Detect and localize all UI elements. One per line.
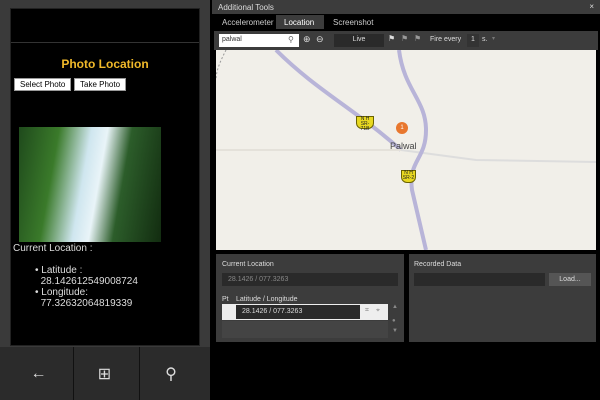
phone-nav-bar: ← ⊞ ⚲ bbox=[0, 347, 210, 400]
lat-long-header: Latitude / Longitude bbox=[236, 296, 298, 303]
tab-accelerometer[interactable]: Accelerometer bbox=[214, 15, 282, 29]
longitude-label: Longitude: bbox=[41, 287, 88, 298]
fire-every-label: Fire every bbox=[430, 36, 462, 43]
map-toolbar: palwal ⚲ ⊕ ⊖ Live ⚑ ⚑ ⚑ Fire every 1 s. … bbox=[214, 31, 598, 50]
take-photo-button[interactable]: Take Photo bbox=[74, 78, 127, 91]
zoom-out-icon[interactable]: ⊖ bbox=[316, 34, 324, 45]
search-icon[interactable]: ⚲ bbox=[288, 35, 294, 44]
add-pin-icon[interactable]: ⚑ bbox=[388, 34, 395, 43]
back-icon[interactable]: ← bbox=[4, 347, 74, 400]
windows-start-icon[interactable]: ⊞ bbox=[70, 347, 140, 400]
current-location-panel: Current Location 28.1426 / 077.3263 Pt L… bbox=[216, 254, 404, 342]
move-up-icon[interactable]: ▲ bbox=[392, 304, 398, 310]
location-pin-icon[interactable]: 1 bbox=[396, 122, 408, 134]
shield-bottom: SR-2 bbox=[402, 175, 415, 181]
search-icon[interactable]: ⚲ bbox=[136, 347, 206, 400]
current-location-field: 28.1426 / 077.3263 bbox=[222, 273, 398, 286]
current-location-label: Current Location bbox=[222, 261, 274, 268]
boundary bbox=[216, 50, 227, 81]
tab-screenshot[interactable]: Screenshot bbox=[325, 15, 381, 29]
tab-location[interactable]: Location bbox=[276, 15, 324, 29]
zoom-in-icon[interactable]: ⊕ bbox=[303, 34, 311, 45]
fire-unit-label: s. bbox=[482, 36, 488, 43]
map-view[interactable]: N H SR-71B N H SR-2 1 Palwal bbox=[216, 50, 596, 250]
map-search-input[interactable]: palwal bbox=[219, 34, 299, 47]
current-location-label: Current Location : bbox=[13, 243, 93, 254]
clear-pins-icon[interactable]: ⚑ bbox=[401, 34, 408, 43]
locate-icon[interactable]: ⌖ bbox=[376, 307, 380, 315]
points-list bbox=[222, 321, 388, 338]
recorded-data-label: Recorded Data bbox=[414, 261, 462, 268]
point-latlong-value[interactable]: 28.1426 / 077.3263 bbox=[236, 305, 360, 319]
play-icon[interactable]: ● bbox=[392, 318, 396, 324]
move-down-icon[interactable]: ▼ bbox=[392, 328, 398, 334]
select-photo-button[interactable]: Select Photo bbox=[14, 78, 72, 91]
points-row[interactable]: 28.1426 / 077.3263 ⌗ ⌖ bbox=[222, 304, 388, 320]
unit-dropdown-icon[interactable]: ▾ bbox=[492, 35, 495, 42]
longitude-value: 77.32632064819339 bbox=[40, 298, 133, 309]
shield-bottom: SR-71B bbox=[360, 121, 370, 132]
load-button[interactable]: Load... bbox=[549, 273, 591, 286]
close-icon[interactable]: × bbox=[589, 2, 594, 11]
fire-interval-input[interactable]: 1 bbox=[467, 34, 479, 47]
latitude-item: • Latitude : 28.142612549008724 bbox=[35, 265, 138, 287]
window-title: Additional Tools bbox=[218, 3, 274, 12]
longitude-item: • Longitude: 77.32632064819339 bbox=[35, 287, 133, 309]
recorded-data-field[interactable] bbox=[414, 273, 545, 286]
page-title: Photo Location bbox=[61, 57, 149, 71]
latitude-value: 28.142612549008724 bbox=[40, 276, 138, 287]
highway-shield: N H SR-71B bbox=[356, 116, 374, 132]
title-bar: Additional Tools × bbox=[212, 0, 600, 14]
pt-header: Pt bbox=[222, 296, 229, 303]
live-button[interactable]: Live bbox=[334, 34, 384, 47]
phone-emulator: Photo Location Select Photo Take Photo C… bbox=[0, 0, 210, 400]
road bbox=[400, 149, 596, 163]
latitude-label: Latitude : bbox=[41, 265, 83, 276]
highway-shield: N H SR-2 bbox=[401, 170, 416, 183]
place-label: Palwal bbox=[390, 141, 417, 151]
divider bbox=[11, 42, 199, 43]
clear-all-icon[interactable]: ⚑ bbox=[414, 34, 421, 43]
waterfall-photo bbox=[19, 127, 161, 242]
road bbox=[274, 50, 403, 152]
recorded-data-panel: Recorded Data Load... bbox=[409, 254, 596, 342]
additional-tools-window: Additional Tools × Accelerometer Locatio… bbox=[212, 0, 600, 345]
grid-icon[interactable]: ⌗ bbox=[365, 307, 369, 315]
phone-screen: Photo Location Select Photo Take Photo C… bbox=[10, 8, 200, 346]
